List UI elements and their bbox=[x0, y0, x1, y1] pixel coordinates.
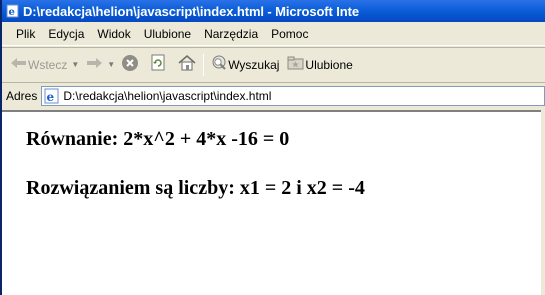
forward-button[interactable] bbox=[85, 56, 103, 73]
ie-page-icon: e bbox=[6, 4, 20, 18]
stop-icon bbox=[121, 54, 139, 75]
scrollbar-edge[interactable] bbox=[541, 110, 545, 295]
menu-ulubione[interactable]: Ulubione bbox=[138, 27, 197, 41]
back-button[interactable]: Wstecz bbox=[10, 56, 67, 73]
home-button[interactable] bbox=[177, 54, 197, 75]
favorites-label: Ulubione bbox=[305, 57, 353, 72]
ie-page-icon: e bbox=[44, 88, 60, 104]
menu-edycja[interactable]: Edycja bbox=[42, 27, 90, 41]
menu-widok[interactable]: Widok bbox=[91, 27, 136, 41]
stop-button[interactable] bbox=[121, 54, 139, 75]
forward-dropdown-icon[interactable]: ▼ bbox=[107, 60, 115, 69]
page-content: Równanie: 2*x^2 + 4*x -16 = 0 Rozwiązani… bbox=[2, 110, 545, 295]
refresh-button[interactable] bbox=[149, 54, 167, 75]
menu-narzedzia[interactable]: Narzędzia bbox=[198, 27, 264, 41]
search-magnifier-icon bbox=[210, 54, 228, 75]
standard-toolbar: Wstecz ▼ ▼ Wyszukaj Ulubione bbox=[2, 47, 545, 81]
title-bar[interactable]: e D:\redakcja\helion\javascript\index.ht… bbox=[2, 0, 545, 22]
back-dropdown-icon[interactable]: ▼ bbox=[71, 60, 79, 69]
back-arrow-icon bbox=[10, 56, 28, 73]
favorites-folder-icon bbox=[287, 55, 305, 74]
svg-text:e: e bbox=[47, 90, 55, 104]
menu-plik[interactable]: Plik bbox=[10, 27, 41, 41]
address-url: D:\redakcja\helion\javascript\index.html bbox=[63, 88, 272, 103]
search-label: Wyszukaj bbox=[228, 57, 280, 72]
search-button[interactable]: Wyszukaj bbox=[210, 54, 279, 75]
favorites-button[interactable]: Ulubione bbox=[287, 55, 353, 74]
address-bar: Adres e D:\redakcja\helion\javascript\in… bbox=[2, 82, 545, 108]
address-label: Adres bbox=[6, 88, 38, 103]
forward-arrow-icon bbox=[85, 56, 103, 73]
toolbar-separator bbox=[203, 53, 205, 76]
back-label: Wstecz bbox=[28, 57, 68, 72]
window-title: D:\redakcja\helion\javascript\index.html… bbox=[23, 3, 359, 19]
menu-pomoc[interactable]: Pomoc bbox=[265, 27, 314, 41]
menu-bar: Plik Edycja Widok Ulubione Narzędzia Pom… bbox=[2, 22, 545, 46]
svg-text:e: e bbox=[9, 7, 15, 18]
home-icon bbox=[177, 54, 197, 75]
solution-text: Rozwiązaniem są liczby: x1 = 2 i x2 = -4 bbox=[26, 177, 365, 199]
browser-window: e D:\redakcja\helion\javascript\index.ht… bbox=[0, 0, 545, 295]
equation-text: Równanie: 2*x^2 + 4*x -16 = 0 bbox=[26, 128, 290, 150]
refresh-icon bbox=[149, 54, 167, 75]
address-input[interactable]: e D:\redakcja\helion\javascript\index.ht… bbox=[41, 85, 545, 106]
